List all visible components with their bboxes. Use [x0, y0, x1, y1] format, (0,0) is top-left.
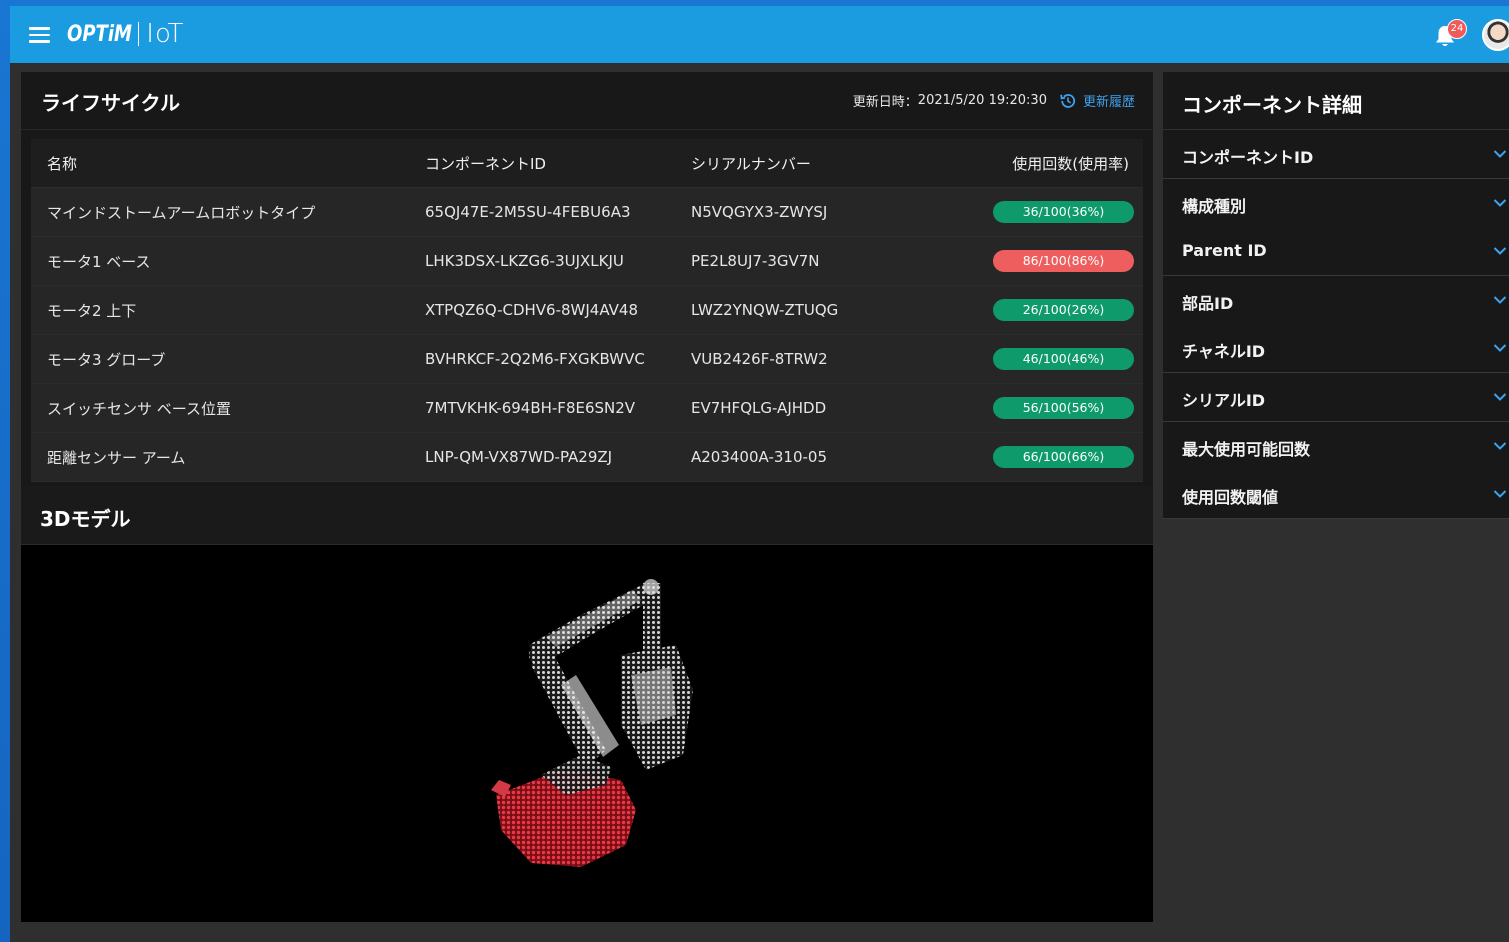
- usage-badge: 46/100(46%): [993, 348, 1134, 370]
- updated-label: 更新日時：: [852, 95, 918, 110]
- chevron-down-icon[interactable]: [1493, 295, 1507, 305]
- logo-optim: OPTiM: [67, 21, 133, 47]
- table-row[interactable]: モータ3 グローブ BVHRKCF-2Q2M6-FXGKBWVC VUB2426F-…: [31, 335, 1143, 384]
- detail-title: コンポーネント詳細: [1182, 93, 1362, 117]
- lifecycle-header: ライフサイクル 更新日時： 2021/5/20 19:20:30 更新履歴: [21, 72, 1153, 130]
- accordion-label: シリアルID: [1182, 391, 1266, 410]
- accordion-label: 最大使用可能回数: [1182, 439, 1311, 459]
- accordion-label: 構成種別: [1182, 196, 1247, 216]
- usage-badge: 26/100(26%): [993, 299, 1134, 321]
- accordion-item[interactable]: チャネルID: [1163, 324, 1509, 374]
- accordion-label: チャネルID: [1182, 342, 1266, 362]
- chevron-down-icon[interactable]: [1493, 198, 1507, 208]
- history-link[interactable]: 更新履歴: [1083, 91, 1135, 110]
- accordion-label: Parent ID: [1182, 241, 1267, 261]
- chevron-down-icon[interactable]: [1493, 441, 1507, 451]
- accordion-item[interactable]: 使用回数閾値: [1163, 470, 1509, 520]
- logo: OPTiM IoT: [67, 19, 184, 49]
- usage-badge: 36/100(36%): [993, 201, 1134, 223]
- accordion-item[interactable]: シリアルID: [1163, 373, 1509, 422]
- menu-icon[interactable]: [29, 27, 50, 43]
- col-serial: シリアルナンバー: [691, 154, 811, 173]
- update-info: 更新日時： 2021/5/20 19:20:30 更新履歴: [853, 91, 1135, 110]
- model-title: 3Dモデル: [40, 507, 131, 531]
- accordion-label: 部品ID: [1182, 293, 1234, 313]
- top-bar: OPTiM IoT 24: [10, 6, 1509, 63]
- row-name: マインドストームアームロボットタイプ: [47, 203, 316, 222]
- chevron-down-icon[interactable]: [1493, 343, 1507, 353]
- row-serial: N5VQGYX3-ZWYSJ: [691, 203, 828, 221]
- lifecycle-panel: ライフサイクル 更新日時： 2021/5/20 19:20:30 更新履歴 名称…: [21, 72, 1153, 486]
- row-component-id: 7MTVKHK-694BH-F8E6SN2V: [425, 399, 636, 417]
- row-serial: LWZ2YNQW-ZTUQG: [691, 301, 839, 319]
- accordion-label: 使用回数閾値: [1182, 488, 1279, 508]
- row-serial: EV7HFQLG-AJHDD: [691, 399, 827, 417]
- table-row[interactable]: モータ1 ベース LHK3DSX-LKZG6-3UJXLKJU PE2L8UJ7-3…: [31, 237, 1143, 286]
- chevron-down-icon[interactable]: [1493, 246, 1507, 256]
- row-name: モータ3 グローブ: [47, 350, 166, 369]
- row-component-id: BVHRKCF-2Q2M6-FXGKBWVC: [425, 350, 645, 368]
- row-component-id: XTPQZ6Q-CDHV6-8WJ4AV48: [425, 301, 638, 319]
- chevron-down-icon[interactable]: [1493, 489, 1507, 499]
- accordion-label: コンポーネントID: [1182, 148, 1314, 167]
- row-name: モータ2 上下: [47, 301, 137, 320]
- table-row[interactable]: モータ2 上下 XTPQZ6Q-CDHV6-8WJ4AV48 LWZ2YNQW-ZT…: [31, 286, 1143, 335]
- accordion-item[interactable]: コンポーネントID: [1163, 130, 1509, 179]
- avatar[interactable]: [1482, 19, 1509, 51]
- col-usage: 使用回数(使用率): [1012, 154, 1129, 173]
- notification-badge[interactable]: 24: [1447, 19, 1467, 39]
- chevron-down-icon[interactable]: [1493, 149, 1507, 159]
- row-name: 距離センサー アーム: [47, 448, 186, 467]
- component-detail-panel: コンポーネント詳細 コンポーネントID 構成種別 Parent ID 部品ID チャネル…: [1163, 72, 1509, 942]
- row-component-id: LNP-QM-VX87WD-PA29ZJ: [425, 448, 613, 466]
- logo-separator: [138, 22, 140, 46]
- robot-arm-model[interactable]: [21, 545, 1153, 922]
- application-window: OPTiM IoT 24 ライフサイクル 更新日時： 2021/5/20 19:…: [10, 6, 1509, 942]
- accordion-item[interactable]: 部品ID: [1163, 275, 1509, 325]
- table-row[interactable]: 距離センサー アーム LNP-QM-VX87WD-PA29ZJ A203400A-3…: [31, 433, 1143, 482]
- chevron-down-icon[interactable]: [1493, 392, 1507, 402]
- row-component-id: 65QJ47E-2M5SU-4FEBU6A3: [425, 203, 631, 221]
- updated-at: 2021/5/20 19:20:30: [917, 93, 1047, 108]
- model-header: 3Dモデル: [21, 486, 1153, 545]
- app-frame: OPTiM IoT 24 ライフサイクル 更新日時： 2021/5/20 19:…: [0, 0, 1509, 942]
- table-header: 名称 コンポーネントID シリアルナンバー 使用回数(使用率): [31, 139, 1143, 188]
- accordion-item[interactable]: 構成種別: [1163, 178, 1509, 228]
- row-serial: VUB2426F-8TRW2: [691, 350, 828, 368]
- table-row[interactable]: スイッチセンサ ベース位置 7MTVKHK-694BH-F8E6SN2V EV7HF…: [31, 384, 1143, 433]
- usage-badge: 56/100(56%): [993, 397, 1134, 419]
- lifecycle-table: 名称 コンポーネントID シリアルナンバー 使用回数(使用率) マインドストーム…: [31, 139, 1143, 482]
- history-icon[interactable]: [1059, 92, 1077, 110]
- accordion-item[interactable]: 最大使用可能回数: [1163, 421, 1509, 471]
- row-name: モータ1 ベース: [47, 252, 151, 271]
- col-component-id: コンポーネントID: [425, 154, 546, 173]
- row-serial: A203400A-310-05: [691, 448, 827, 466]
- accordion-item[interactable]: Parent ID: [1163, 227, 1509, 277]
- row-serial: PE2L8UJ7-3GV7N: [691, 252, 820, 270]
- usage-badge: 66/100(66%): [993, 446, 1134, 468]
- model-panel: 3Dモデル: [21, 486, 1153, 922]
- detail-header: コンポーネント詳細: [1163, 72, 1509, 129]
- table-row[interactable]: マインドストームアームロボットタイプ 65QJ47E-2M5SU-4FEBU6A3…: [31, 188, 1143, 237]
- row-name: スイッチセンサ ベース位置: [47, 399, 232, 418]
- row-component-id: LHK3DSX-LKZG6-3UJXLKJU: [425, 252, 624, 270]
- table-body: マインドストームアームロボットタイプ 65QJ47E-2M5SU-4FEBU6A3…: [31, 188, 1143, 482]
- col-name: 名称: [47, 154, 78, 173]
- usage-badge: 86/100(86%): [993, 250, 1134, 272]
- lifecycle-title: ライフサイクル: [41, 91, 180, 115]
- logo-iot: IoT: [146, 19, 185, 49]
- 3d-viewer[interactable]: [21, 545, 1153, 922]
